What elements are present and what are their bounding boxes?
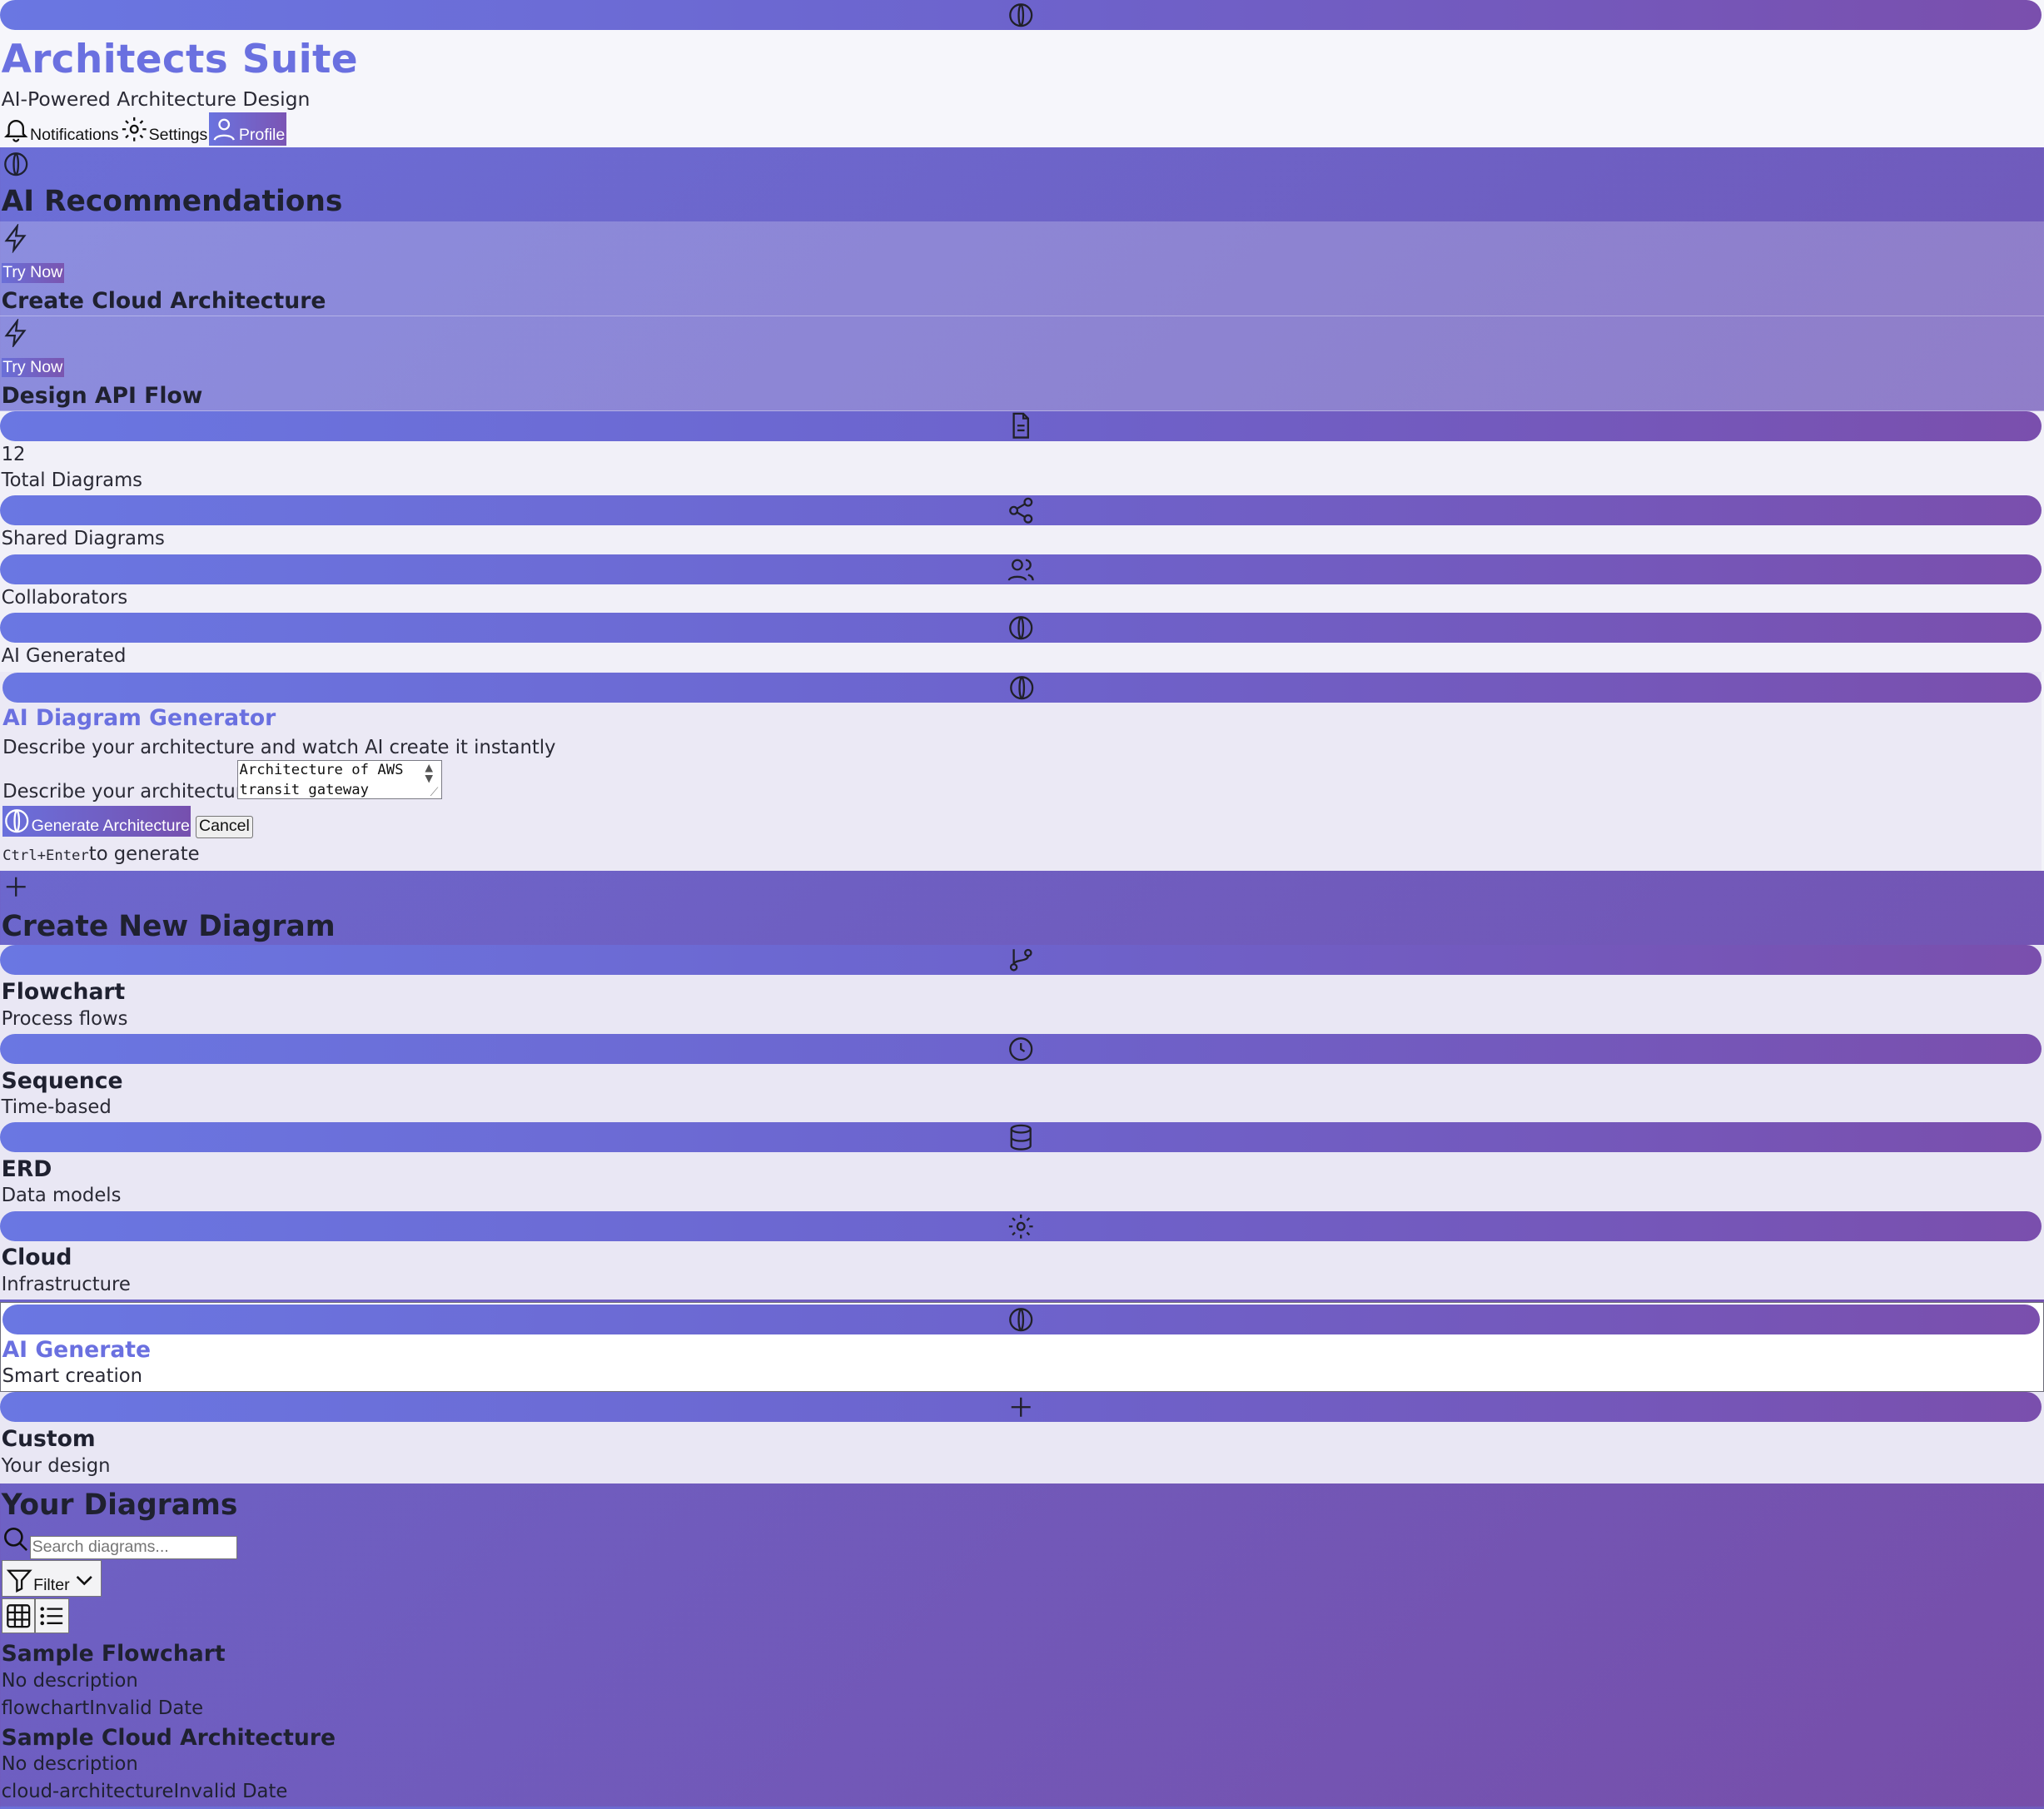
diagram-meta: cloud-architectureInvalid Date <box>1 1780 288 1802</box>
diagram-type-sequence[interactable]: Sequence Time-based <box>0 1033 2044 1123</box>
diagram-name[interactable]: Sample Cloud Architecture <box>2 1725 336 1751</box>
recommendation-title: Create Cloud Architecture <box>1 287 326 314</box>
bell-icon <box>2 115 30 145</box>
users-icon <box>1007 555 1035 584</box>
cancel-button[interactable]: Cancel <box>195 816 253 839</box>
scroll-arrows-icon[interactable]: ▲ ▼ <box>425 762 433 783</box>
stat-label: AI Generated <box>1 645 127 668</box>
diagram-type-name: Custom <box>1 1426 96 1453</box>
notifications-button[interactable]: Notifications <box>2 112 121 147</box>
ai-recommendations-title: AI Recommendations <box>1 185 343 219</box>
stat-card-shared-diagrams: Shared Diagrams <box>0 495 2044 554</box>
stat-card-collaborators: Collaborators <box>0 554 2044 614</box>
generator-description: Describe your architecture and watch AI … <box>2 736 556 758</box>
list-view-button[interactable] <box>35 1598 69 1633</box>
brain-icon <box>1007 673 1036 702</box>
diagram-description: No description <box>1 1753 138 1776</box>
create-diagram-header: Create New Diagram <box>0 871 2044 945</box>
header-banner <box>0 0 2042 30</box>
try-now-button[interactable]: Try Now <box>1 357 64 378</box>
filter-button[interactable]: Filter <box>1 1560 102 1598</box>
bolt-icon <box>2 224 30 253</box>
diagram-type-name: Cloud <box>1 1245 72 1271</box>
filter-icon <box>5 1566 33 1594</box>
stat-card-ai-generated: AI Generated <box>0 613 2044 672</box>
stat-label: Shared Diagrams <box>1 528 165 550</box>
recommendation-card[interactable]: Try Now Design API Flow <box>0 316 2044 411</box>
ai-diagram-generator: AI Diagram Generator Describe your archi… <box>0 671 2044 872</box>
diagram-type-desc: Smart creation <box>2 1365 143 1388</box>
share-icon <box>1007 496 1035 524</box>
diagram-meta: flowchartInvalid Date <box>1 1697 204 1719</box>
ai-recommendations-header: AI Recommendations <box>0 147 2044 221</box>
diagram-description: No description <box>1 1669 138 1692</box>
brain-icon <box>1007 614 1035 642</box>
stat-label: Collaborators <box>1 586 128 609</box>
grid-view-button[interactable] <box>1 1598 36 1633</box>
diagram-type-flowchart[interactable]: Flowchart Process flows <box>0 945 2044 1034</box>
architecture-input-label: Describe your architecture: <box>2 781 261 803</box>
diagram-name[interactable]: Sample Flowchart <box>2 1641 226 1667</box>
try-now-button[interactable]: Try Now <box>1 263 64 283</box>
keyboard-hint: Ctrl+Enterto generate <box>2 843 200 866</box>
stat-value: 12 <box>1 443 26 465</box>
app-title: Architects Suite <box>1 36 358 82</box>
settings-button[interactable]: Settings <box>120 112 209 147</box>
recommendation-title: Design API Flow <box>1 382 203 409</box>
gear-icon <box>120 115 148 145</box>
clock-icon <box>1007 1035 1035 1063</box>
brain-icon <box>1007 1305 1035 1334</box>
bolt-icon <box>2 318 30 348</box>
your-diagrams-section: Your Diagrams Filter Sample Flowchart No… <box>0 1483 2044 1809</box>
user-icon <box>210 115 238 145</box>
stat-label: Total Diagrams <box>1 470 142 492</box>
chevron-down-icon <box>70 1566 98 1594</box>
search-icon <box>2 1525 30 1553</box>
diagram-type-erd[interactable]: ERD Data models <box>0 1122 2044 1211</box>
your-diagrams-title: Your Diagrams <box>1 1488 238 1523</box>
brain-icon <box>1007 1 1035 29</box>
diagram-type-desc: Infrastructure <box>1 1273 131 1295</box>
brain-icon <box>2 150 30 178</box>
architecture-description-input[interactable] <box>236 760 442 800</box>
grid-icon <box>4 1602 32 1630</box>
brain-icon <box>2 807 31 835</box>
list-icon <box>37 1602 66 1630</box>
resize-grip-icon[interactable]: ⟋ <box>430 786 439 799</box>
diagram-type-ai-generate[interactable]: AI Generate Smart creation <box>0 1302 2044 1393</box>
generate-architecture-button[interactable]: Generate Architecture <box>2 805 191 837</box>
database-icon <box>1007 1123 1035 1151</box>
diagram-type-desc: Data models <box>1 1185 122 1207</box>
diagram-type-custom[interactable]: Custom Your design <box>0 1392 2044 1483</box>
profile-button[interactable]: Profile <box>208 112 286 147</box>
app-subtitle: AI-Powered Architecture Design <box>1 87 311 111</box>
recommendation-card[interactable]: Try Now Create Cloud Architecture <box>0 221 2044 316</box>
gear-icon <box>1007 1212 1035 1240</box>
stat-card-total-diagrams: 12 Total Diagrams <box>0 410 2044 496</box>
diagram-type-desc: Process flows <box>1 1007 128 1030</box>
git-branch-icon <box>1007 946 1035 974</box>
diagram-type-desc: Your design <box>1 1454 111 1477</box>
diagram-type-name: Sequence <box>1 1067 123 1094</box>
diagram-type-name: Flowchart <box>1 979 126 1006</box>
generator-title: AI Diagram Generator <box>2 705 276 732</box>
diagram-type-cloud[interactable]: Cloud Infrastructure <box>0 1210 2044 1300</box>
plus-icon <box>1007 1393 1035 1421</box>
app-header: Architects Suite AI-Powered Architecture… <box>0 0 2044 147</box>
create-diagram-title: Create New Diagram <box>1 910 336 944</box>
document-icon <box>1007 411 1035 440</box>
search-input[interactable] <box>30 1535 237 1559</box>
diagram-type-name: ERD <box>1 1156 52 1183</box>
diagram-type-desc: Time-based <box>1 1096 112 1118</box>
diagram-type-name: AI Generate <box>2 1337 152 1364</box>
plus-icon <box>2 872 30 901</box>
